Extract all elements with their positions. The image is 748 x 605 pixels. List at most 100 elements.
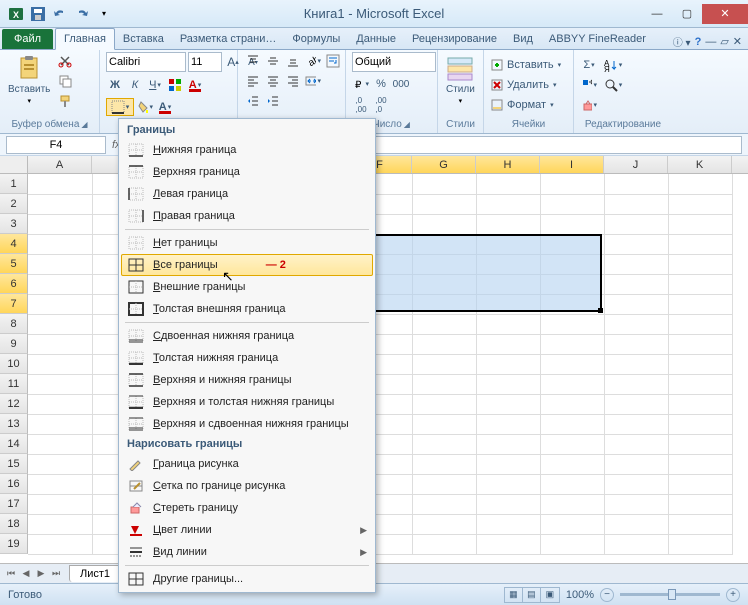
row-header[interactable]: 6 [0,274,28,294]
autosum-icon[interactable]: Σ▾ [580,56,598,74]
orientation-icon[interactable]: ab▾ [304,52,322,70]
row-header[interactable]: 12 [0,394,28,414]
row-header[interactable]: 11 [0,374,28,394]
borders-button[interactable]: ▾ [106,98,134,116]
tab-home[interactable]: Главная [55,28,115,50]
minimize-button[interactable]: — [642,4,672,24]
col-header[interactable]: I [540,156,604,173]
menu-item-draw[interactable]: Граница рисунка [121,453,373,475]
tab-insert[interactable]: Вставка [115,29,172,49]
percent-icon[interactable]: % [372,75,390,93]
maximize-button[interactable]: ▢ [672,4,702,24]
menu-item-style[interactable]: Вид линии▶ [121,541,373,563]
row-header[interactable]: 9 [0,334,28,354]
font-color-button-2[interactable]: A▾ [156,98,174,116]
align-middle-icon[interactable] [264,52,282,70]
fill-handle[interactable] [598,308,603,313]
align-top-icon[interactable] [244,52,262,70]
close-button[interactable]: ✕ [702,4,748,24]
help-icon[interactable]: ? [695,36,702,48]
zoom-in-button[interactable]: + [726,588,740,602]
tab-review[interactable]: Рецензирование [404,29,505,49]
menu-item-topdblbot[interactable]: Верхняя и сдвоенная нижняя границы [121,413,373,435]
excel-icon[interactable]: X [6,4,26,24]
row-header[interactable]: 16 [0,474,28,494]
minimize-ribbon-icon[interactable]: ⓘ ▾ [673,34,691,49]
row-header[interactable]: 8 [0,314,28,334]
format-cells-button[interactable]: Формат▾ [490,96,554,114]
sheet-tab-active[interactable]: Лист1 [69,565,121,582]
doc-close-icon[interactable]: ✕ [733,35,742,48]
clipboard-launcher-icon[interactable]: ◢ [81,120,87,129]
sort-filter-icon[interactable]: AЯ▾ [600,56,626,74]
insert-cells-button[interactable]: Вставить▾ [490,56,561,74]
menu-item-topbot[interactable]: Верхняя и нижняя границы [121,369,373,391]
name-box[interactable]: F4 [6,136,106,154]
menu-item-outside[interactable]: Внешние границы [121,276,373,298]
menu-item-drawgrid[interactable]: Сетка по границе рисунка [121,475,373,497]
fill-color-button[interactable]: ▾ [136,98,154,116]
tab-data[interactable]: Данные [348,29,404,49]
menu-item-left[interactable]: Левая граница [121,183,373,205]
bold-button[interactable]: Ж [106,76,124,94]
col-header[interactable]: J [604,156,668,173]
row-header[interactable]: 7 [0,294,28,314]
row-header[interactable]: 15 [0,454,28,474]
tab-abbyy[interactable]: ABBYY FineReader [541,29,654,49]
tab-formulas[interactable]: Формулы [284,29,348,49]
number-format-select[interactable] [352,52,436,72]
row-header[interactable]: 2 [0,194,28,214]
font-color-palette-icon[interactable] [166,76,184,94]
redo-icon[interactable] [72,4,92,24]
save-icon[interactable] [28,4,48,24]
menu-item-color[interactable]: Цвет линии▶ [121,519,373,541]
delete-cells-button[interactable]: Удалить▾ [490,76,557,94]
wrap-text-icon[interactable] [324,52,342,70]
zoom-level[interactable]: 100% [566,589,594,601]
row-header[interactable]: 1 [0,174,28,194]
view-buttons[interactable]: ▦▤▣ [504,587,560,603]
menu-item-more-borders[interactable]: Другие границы... [121,568,373,590]
row-header[interactable]: 13 [0,414,28,434]
menu-item-thickbot[interactable]: Толстая нижняя граница [121,347,373,369]
fill-icon[interactable]: ▾ [580,76,598,94]
clear-icon[interactable]: ▾ [580,96,598,114]
col-header[interactable]: K [668,156,732,173]
styles-button[interactable]: Стили ▾ [444,52,477,107]
col-header[interactable]: H [476,156,540,173]
zoom-out-button[interactable]: − [600,588,614,602]
col-header[interactable]: G [412,156,476,173]
col-header[interactable]: A [28,156,92,173]
menu-item-top[interactable]: Верхняя граница [121,161,373,183]
menu-item-dblbot[interactable]: Сдвоенная нижняя граница [121,325,373,347]
format-painter-icon[interactable] [56,92,74,110]
menu-item-thick[interactable]: Толстая внешняя граница [121,298,373,320]
zoom-slider[interactable] [620,593,720,596]
sheet-nav[interactable]: ⏮◀▶⏭ [0,568,67,579]
increase-indent-icon[interactable] [264,92,282,110]
decrease-decimal-icon[interactable]: ,00,0 [372,96,390,114]
row-header[interactable]: 3 [0,214,28,234]
cut-icon[interactable] [56,52,74,70]
align-left-icon[interactable] [244,72,262,90]
tab-view[interactable]: Вид [505,29,541,49]
select-all-corner[interactable] [0,156,28,173]
row-header[interactable]: 14 [0,434,28,454]
row-header[interactable]: 19 [0,534,28,554]
font-color-button[interactable]: A▾ [186,76,204,94]
currency-icon[interactable]: ₽▾ [352,75,370,93]
file-tab[interactable]: Файл [2,29,53,49]
comma-icon[interactable]: 000 [392,75,410,93]
underline-button[interactable]: Ч▾ [146,76,164,94]
row-header[interactable]: 4 [0,234,28,254]
merge-cells-icon[interactable]: ▾ [304,72,322,90]
align-right-icon[interactable] [284,72,302,90]
row-header[interactable]: 18 [0,514,28,534]
doc-restore-icon[interactable]: ▱ [720,35,728,48]
menu-item-topthickbot[interactable]: Верхняя и толстая нижняя границы [121,391,373,413]
number-launcher-icon[interactable]: ◢ [404,120,410,129]
menu-item-bottom[interactable]: Нижняя граница [121,139,373,161]
qat-customize-icon[interactable]: ▾ [94,4,114,24]
menu-item-none[interactable]: Нет границы [121,232,373,254]
row-header[interactable]: 17 [0,494,28,514]
